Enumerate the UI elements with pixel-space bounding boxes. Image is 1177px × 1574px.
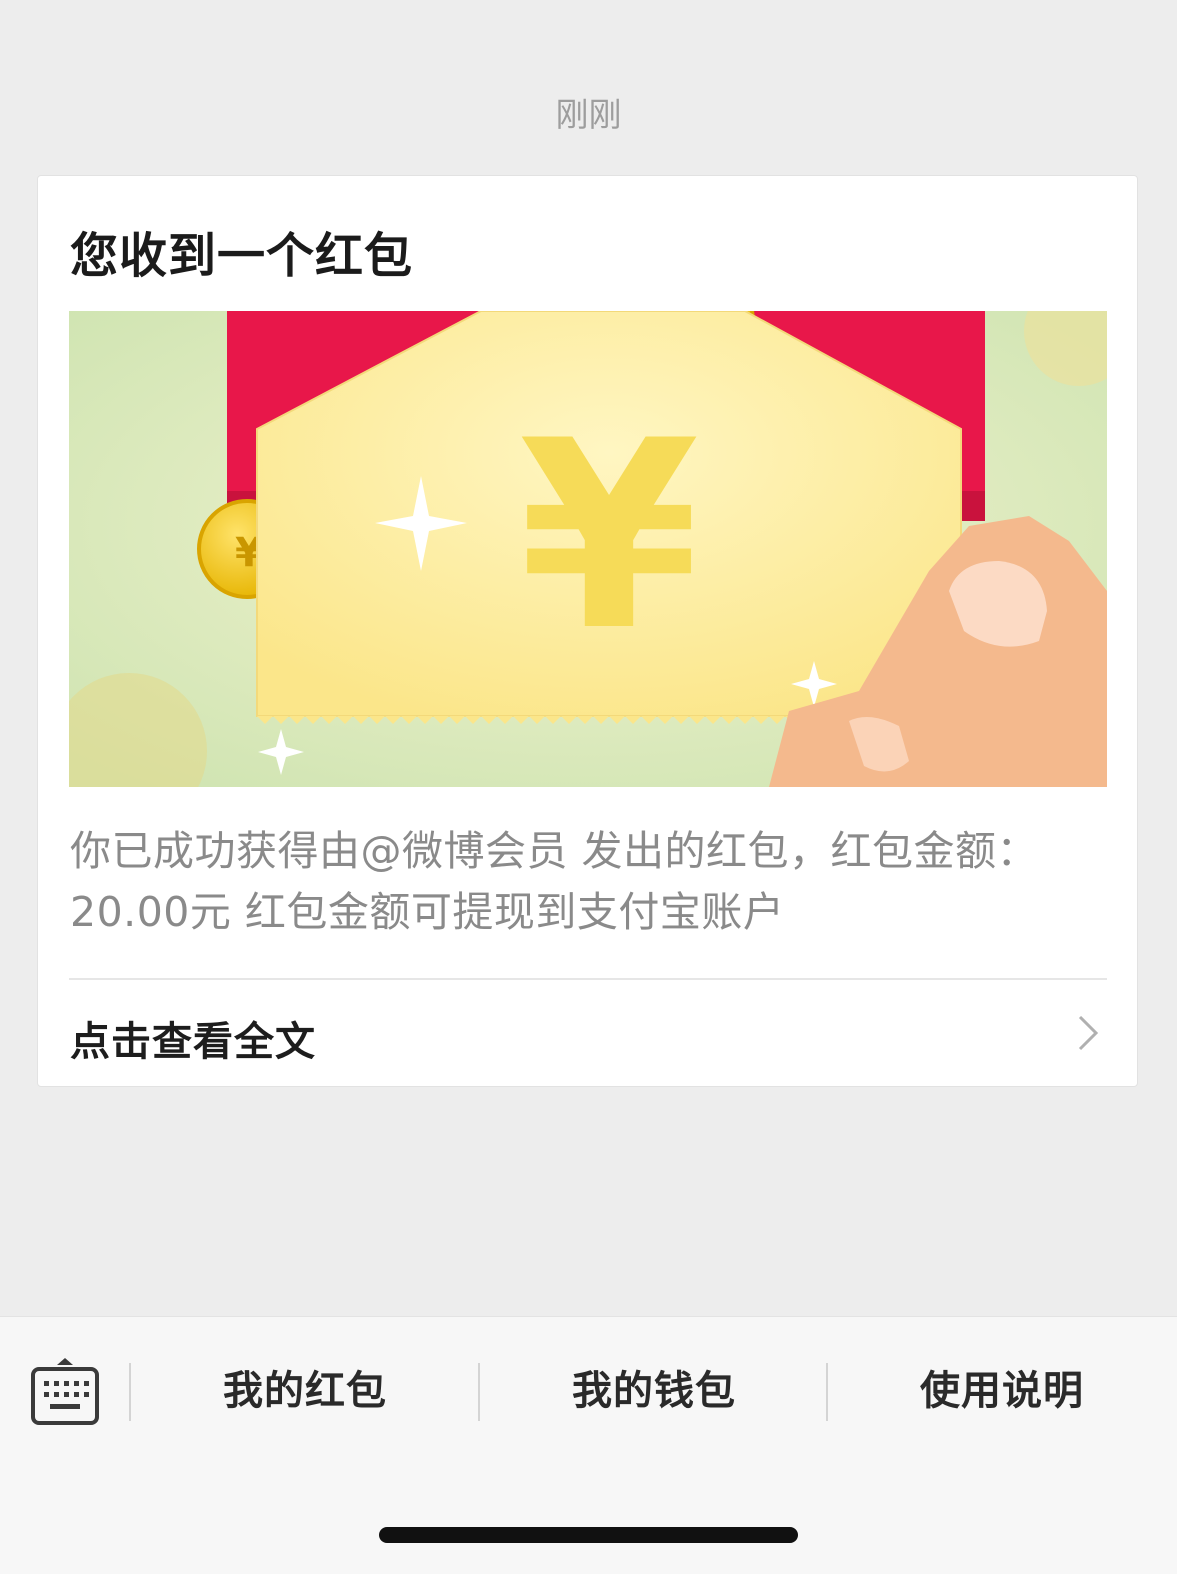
page: 刚刚 您收到一个红包 ¥ ¥ 你已成功获得由@微博会员 发出的红包，红包金额：2… [0, 0, 1177, 1574]
message-text: 你已成功获得由@微博会员 发出的红包，红包金额：20.00元 红包金额可提现到支… [70, 827, 1039, 936]
red-envelope-illustration: ¥ ¥ [69, 311, 1107, 787]
red-envelope-card[interactable]: 您收到一个红包 ¥ ¥ 你已成功获得由@微博会员 发出的红包，红包金额：20.0… [37, 175, 1138, 1087]
yen-symbol: ¥ [519, 386, 700, 688]
read-more-row[interactable]: 点击查看全文 [38, 979, 1139, 1087]
menu-instructions[interactable]: 使用说明 [828, 1343, 1176, 1439]
menu-my-wallet[interactable]: 我的钱包 [480, 1343, 828, 1439]
card-title: 您收到一个红包 [70, 228, 414, 284]
menu-my-red-envelopes[interactable]: 我的红包 [131, 1343, 479, 1439]
read-more-label: 点击查看全文 [70, 1019, 316, 1065]
keyboard-toggle-button[interactable] [30, 1355, 100, 1427]
chevron-right-icon [1078, 1015, 1099, 1051]
message-timestamp: 刚刚 [555, 95, 622, 134]
red-envelope-banner[interactable]: ¥ ¥ [69, 311, 1107, 787]
home-indicator[interactable] [379, 1527, 798, 1543]
keyboard-icon [31, 1358, 99, 1425]
